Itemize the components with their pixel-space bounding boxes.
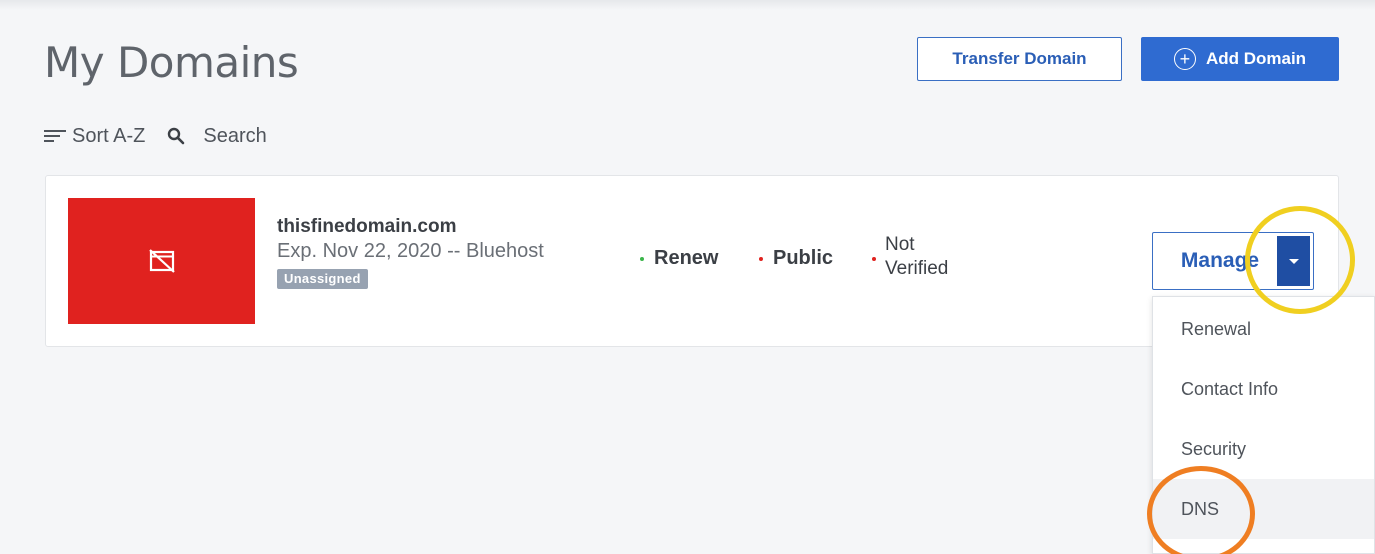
manage-dropdown-toggle[interactable]: [1277, 236, 1310, 286]
list-toolbar: Sort A-Z Search: [44, 122, 267, 150]
add-domain-button[interactable]: + Add Domain: [1141, 37, 1339, 81]
magnifier-icon: [168, 127, 185, 145]
status-dot: [759, 256, 763, 261]
plus-circle-icon: +: [1173, 48, 1196, 70]
manage-split-button: Manage: [1152, 232, 1314, 290]
transfer-domain-button[interactable]: Transfer Domain: [917, 37, 1122, 81]
top-shadow: [0, 0, 1375, 10]
status-dot: [872, 257, 876, 261]
sort-button[interactable]: Sort A-Z: [44, 125, 145, 148]
domain-card: thisfinedomain.com Exp. Nov 22, 2020 -- …: [45, 175, 1339, 347]
status-not-verified: Not Verified: [872, 233, 975, 281]
add-domain-label: Add Domain: [1205, 49, 1307, 68]
unassigned-badge: Unassigned: [277, 269, 368, 289]
sort-lines-icon: [44, 127, 68, 145]
search-button[interactable]: Search: [167, 124, 267, 148]
no-image-icon: [148, 249, 175, 273]
search-label: Search: [203, 124, 267, 147]
menu-item-renewal[interactable]: Renewal: [1153, 299, 1374, 359]
status-dot: [640, 256, 644, 261]
manage-button[interactable]: Manage: [1153, 233, 1277, 289]
status-public: Public: [759, 247, 833, 270]
menu-item-dns[interactable]: DNS: [1153, 479, 1374, 539]
status-label: Public: [773, 247, 834, 269]
menu-item-contact-info[interactable]: Contact Info: [1153, 359, 1374, 419]
menu-item-security[interactable]: Security: [1153, 419, 1374, 479]
page-title: My Domains: [44, 38, 299, 87]
status-label: Not Verified: [885, 234, 949, 279]
domain-thumbnail: [68, 198, 255, 324]
domain-name[interactable]: thisfinedomain.com: [277, 216, 544, 238]
status-renew: Renew: [640, 247, 718, 270]
status-label: Renew: [654, 247, 719, 269]
domain-info: thisfinedomain.com Exp. Nov 22, 2020 -- …: [277, 216, 544, 289]
sort-label: Sort A-Z: [72, 124, 146, 147]
domain-expiry: Exp. Nov 22, 2020 -- Bluehost: [277, 240, 544, 262]
manage-dropdown-menu: Renewal Contact Info Security DNS: [1152, 296, 1375, 554]
caret-down-icon: [1288, 258, 1299, 264]
